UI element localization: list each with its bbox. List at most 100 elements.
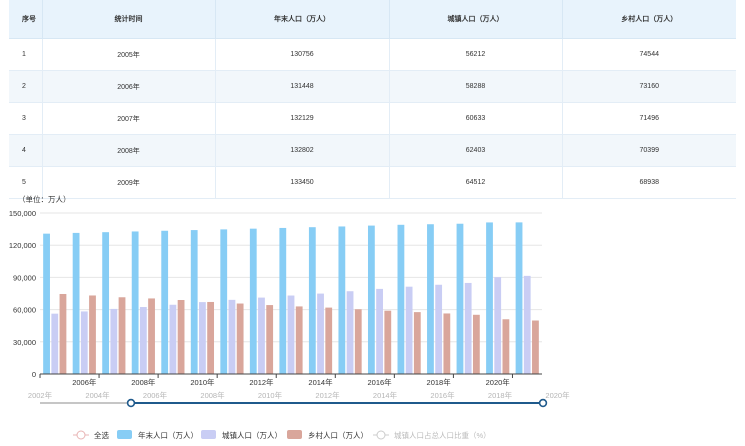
bar-total[interactable] [338,226,346,374]
y-tick-label: 150,000 [9,209,36,218]
table-cell: 71496 [561,102,736,135]
column-header-index[interactable]: 序号 [9,0,42,39]
column-header-total[interactable]: 年末人口（万人） [214,0,389,39]
bar-total[interactable] [397,224,405,374]
y-tick-label: 30,000 [13,338,36,347]
zoom-slider-label: 2020年 [545,390,570,400]
bar-rural[interactable] [177,300,185,374]
table-cell: 73160 [561,70,736,103]
population-bar-chart: （单位：万人） 0 30,000 60,000 90,000 120,000 150,00… [9,194,570,440]
bar-urban[interactable] [435,284,443,374]
bar-total[interactable] [190,230,198,374]
bar-rural[interactable] [443,313,451,374]
column-header-time[interactable]: 统计时间 [41,0,215,39]
legend-item[interactable]: 年末人口（万人） [117,430,198,440]
bar-rural[interactable] [295,306,303,374]
bar-urban[interactable] [317,293,324,374]
table-cell: 2006年 [41,70,215,103]
zoom-slider-label: 2004年 [85,390,110,400]
legend-label: 全选 [94,430,109,440]
table-cell: 74544 [561,38,736,71]
x-tick-label: 2020年 [486,377,511,387]
legend-circle [376,430,386,440]
bar-rural[interactable] [148,298,155,374]
bar-total[interactable] [308,227,316,374]
bar-urban[interactable] [139,307,147,374]
zoom-slider-label: 2010年 [258,390,283,400]
bar-total[interactable] [515,222,523,374]
bar-urban[interactable] [258,297,265,374]
legend-item[interactable]: 城镇人口（万人） [201,430,282,440]
data-table: 序号 统计时间 年末人口（万人） 城镇人口（万人） 乡村人口（万人） 1 200… [9,0,736,199]
legend-circle [76,430,86,440]
bar-urban[interactable] [464,282,472,374]
bar-urban[interactable] [346,291,354,374]
bar-rural[interactable] [354,309,362,374]
bar-urban[interactable] [405,286,413,374]
table-row: 3 2007年 132129 60633 71496 [9,102,736,135]
y-tick-label: 90,000 [13,273,36,282]
bar-rural[interactable] [89,295,96,374]
bar-total[interactable] [279,227,287,374]
bar-rural[interactable] [532,320,539,374]
legend-label: 城镇人口占总人口比重（%） [394,430,491,440]
bar-rural[interactable] [472,314,480,374]
column-header-urban[interactable]: 城镇人口（万人） [388,0,562,39]
bar-urban[interactable] [287,295,295,374]
bar-urban[interactable] [169,304,177,374]
legend-label: 年末人口（万人） [138,430,198,440]
table-cell: 132129 [214,102,389,135]
bar-urban[interactable] [199,302,206,374]
bar-rural[interactable] [207,301,215,374]
zoom-slider-label: 2016年 [430,390,455,400]
bar-total[interactable] [102,232,110,374]
bar-total[interactable] [161,230,169,374]
zoom-slider-label: 2018年 [488,390,513,400]
table-cell: 132802 [214,134,389,167]
y-tick-label: 0 [32,370,36,379]
bar-total[interactable] [43,233,50,374]
bar-rural[interactable] [266,305,274,374]
table-row: 2 2006年 131448 58288 73160 [9,70,736,103]
bar-rural[interactable] [502,319,510,374]
data-table-container: 序号 统计时间 年末人口（万人） 城镇人口（万人） 乡村人口（万人） 1 200… [9,0,736,199]
table-cell: 130756 [214,38,389,71]
bar-rural[interactable] [118,297,126,374]
table-cell: 2005年 [41,38,215,71]
x-tick-label: 2012年 [249,377,274,387]
bar-total[interactable] [486,222,493,374]
bar-urban[interactable] [376,288,383,374]
bar-total[interactable] [427,224,434,374]
bar-total[interactable] [72,232,80,374]
column-header-rural[interactable]: 乡村人口（万人） [561,0,736,39]
bar-urban[interactable] [523,275,531,374]
bar-urban[interactable] [228,299,236,374]
zoom-slider-end-handle[interactable] [538,398,548,408]
table-cell: 4 [9,134,42,167]
bar-total[interactable] [131,231,139,374]
bar-total[interactable] [220,229,228,374]
bar-urban[interactable] [51,313,59,374]
bar-urban[interactable] [80,311,88,374]
legend-item[interactable]: 城镇人口占总人口比重（%） [373,430,491,440]
bar-total[interactable] [456,223,464,374]
legend-swatch [201,430,216,439]
bar-rural[interactable] [59,293,67,374]
bar-rural[interactable] [236,303,244,374]
legend-item[interactable]: 乡村人口（万人） [287,430,368,440]
table-cell: 56212 [388,38,562,71]
unit-label: （单位：万人） [18,194,71,204]
bar-total[interactable] [367,225,375,374]
bar-rural[interactable] [325,307,333,374]
x-tick-label: 2010年 [190,377,215,387]
bar-total[interactable] [249,228,257,374]
x-tick-label: 2006年 [72,377,97,387]
zoom-slider-start-handle[interactable] [126,398,136,408]
table-cell: 70399 [561,134,736,167]
bar-rural[interactable] [384,310,392,374]
legend-label: 乡村人口（万人） [308,430,368,440]
bar-urban[interactable] [110,308,118,374]
legend-item[interactable]: 全选 [73,430,109,440]
bar-rural[interactable] [413,312,421,374]
bar-urban[interactable] [494,277,502,374]
